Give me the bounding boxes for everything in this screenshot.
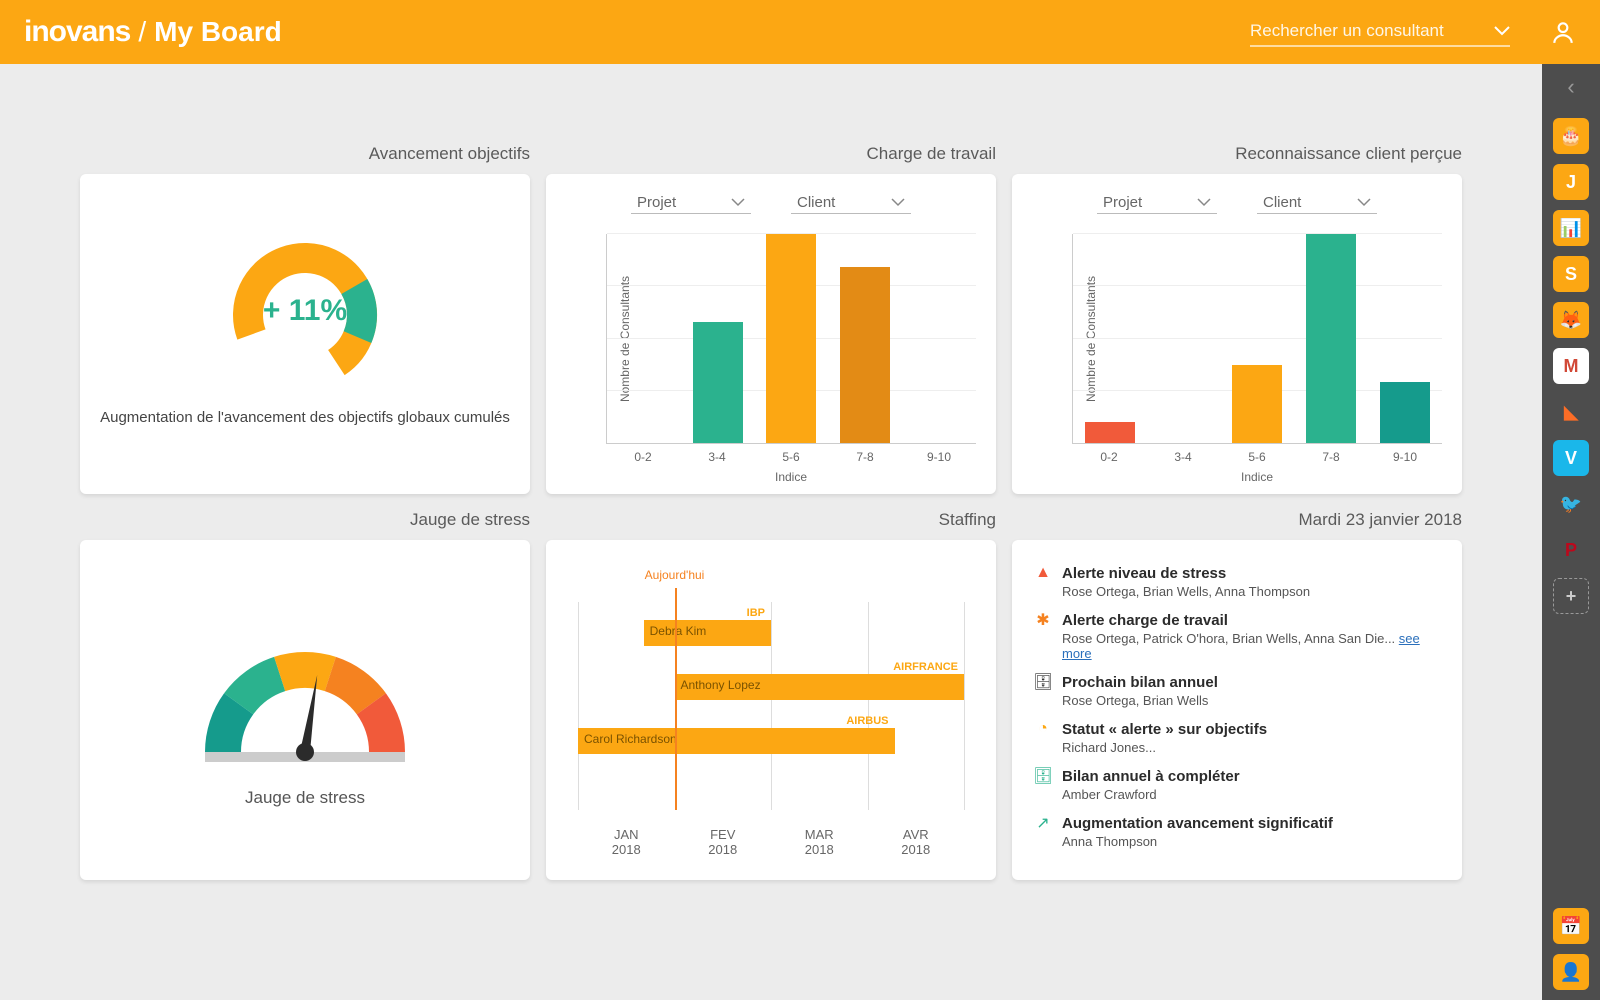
bar-7-8	[840, 267, 890, 443]
alert-4[interactable]: 🗄 Bilan annuel à compléter Amber Crawford	[1034, 767, 1440, 802]
alert-title: Alerte niveau de stress	[1062, 565, 1226, 582]
sidebar-firefox-icon[interactable]: 🦊	[1553, 302, 1589, 338]
sidebar-collapse-icon[interactable]: ‹	[1567, 74, 1574, 100]
alert-0[interactable]: ▲ Alerte niveau de stress Rose Ortega, Bri…	[1034, 564, 1440, 599]
card-today: ▲ Alerte niveau de stress Rose Ortega, Bri…	[1012, 540, 1462, 880]
briefcase-icon: 🗄	[1034, 673, 1052, 691]
see-more-link[interactable]: see more	[1062, 631, 1420, 661]
warning-icon: ▲	[1034, 564, 1052, 582]
sidebar-pinterest-icon[interactable]: P	[1553, 532, 1589, 568]
sidebar-gitlab-icon[interactable]: ◣	[1553, 394, 1589, 430]
recognition-select-client[interactable]: Client	[1257, 192, 1377, 214]
sidebar-chart-icon[interactable]: 📊	[1553, 210, 1589, 246]
logo-brand: inovans	[24, 15, 130, 49]
stress-caption: Jauge de stress	[245, 788, 365, 808]
alert-1[interactable]: ✱ Alerte charge de travail Rose Ortega, Pa…	[1034, 611, 1440, 661]
user-icon[interactable]	[1550, 19, 1576, 45]
card-title-advancement: Avancement objectifs	[80, 144, 530, 164]
alert-detail: Rose Ortega, Patrick O'hora, Brian Wells…	[1062, 631, 1440, 661]
bar-0-2	[1085, 422, 1135, 443]
sidebar-cake-icon[interactable]: 🎂	[1553, 118, 1589, 154]
card-stress: Jauge de stress	[80, 540, 530, 880]
sidebar-vimeo-icon[interactable]: V	[1553, 440, 1589, 476]
staffing-months: JAN2018FEV2018MAR2018AVR2018	[578, 827, 964, 858]
bar-9-10	[1380, 382, 1430, 443]
alert-title: Statut « alerte » sur objectifs	[1062, 721, 1267, 738]
advancement-caption: Augmentation de l'avancement des objecti…	[100, 408, 510, 428]
staff-bar-debra-kim[interactable]: Debra KimIBP	[644, 620, 771, 646]
alert-5[interactable]: ↗ Augmentation avancement significatif Ann…	[1034, 814, 1440, 849]
bar-5-6	[1232, 365, 1282, 443]
header: inovans / My Board Rechercher un consult…	[0, 0, 1600, 64]
alert-detail: Richard Jones...	[1062, 740, 1440, 755]
briefcase-icon: 🗄	[1034, 767, 1052, 785]
burst-icon: ✱	[1034, 611, 1052, 629]
sidebar-calendar-add-icon[interactable]: 📅	[1553, 908, 1589, 944]
card-recognition: Projet Client Nombre de Consultants 0-23…	[1012, 174, 1462, 494]
recognition-xticks: 0-23-45-67-89-10	[1072, 450, 1442, 464]
arrow-icon: ↗	[1034, 814, 1052, 832]
search-placeholder: Rechercher un consultant	[1250, 21, 1444, 41]
workload-bars	[606, 234, 976, 444]
sidebar-add-icon[interactable]: +	[1553, 578, 1589, 614]
card-advancement: + 11% Augmentation de l'avancement des o…	[80, 174, 530, 494]
sidebar: ‹ 🎂 J 📊 S 🦊 M ◣ V 🐦 P + 📅 👤	[1542, 64, 1600, 1000]
sidebar-twitter-icon[interactable]: 🐦	[1553, 486, 1589, 522]
bar-5-6	[766, 234, 816, 443]
search-consultant[interactable]: Rechercher un consultant	[1250, 17, 1510, 47]
alert-detail: Anna Thompson	[1062, 834, 1440, 849]
alert-3[interactable]: ◔ Statut « alerte » sur objectifs Richard …	[1034, 720, 1440, 755]
workload-select-client[interactable]: Client	[791, 192, 911, 214]
alert-title: Bilan annuel à compléter	[1062, 768, 1240, 785]
alert-title: Augmentation avancement significatif	[1062, 815, 1333, 832]
bar-7-8	[1306, 234, 1356, 443]
alert-detail: Amber Crawford	[1062, 787, 1440, 802]
alert-title: Prochain bilan annuel	[1062, 674, 1218, 691]
sidebar-J-icon[interactable]: J	[1553, 164, 1589, 200]
alert-detail: Rose Ortega, Brian Wells	[1062, 693, 1440, 708]
staffing-today-label: Aujourd'hui	[645, 568, 705, 582]
staff-bar-anthony-lopez[interactable]: Anthony LopezAIRFRANCE	[675, 674, 965, 700]
card-title-recognition: Reconnaissance client perçue	[1012, 144, 1462, 164]
chevron-down-icon	[1494, 26, 1510, 36]
card-workload: Projet Client Nombre de Consultants 0-23…	[546, 174, 996, 494]
card-title-staffing: Staffing	[546, 510, 996, 530]
donut-icon: ◔	[1034, 720, 1052, 738]
sidebar-user-add-icon[interactable]: 👤	[1553, 954, 1589, 990]
bar-3-4	[693, 322, 743, 443]
card-title-stress: Jauge de stress	[80, 510, 530, 530]
advancement-value: + 11%	[263, 294, 347, 328]
card-staffing: Debra KimIBP Anthony LopezAIRFRANCE Carol …	[546, 540, 996, 880]
alert-detail: Rose Ortega, Brian Wells, Anna Thompson	[1062, 584, 1440, 599]
workload-select-projet[interactable]: Projet	[631, 192, 751, 214]
alert-title: Alerte charge de travail	[1062, 612, 1228, 629]
card-title-today: Mardi 23 janvier 2018	[1012, 510, 1462, 530]
staffing-tracks: Debra KimIBP Anthony LopezAIRFRANCE Carol …	[578, 602, 964, 810]
alert-2[interactable]: 🗄 Prochain bilan annuel Rose Ortega, Brian…	[1034, 673, 1440, 708]
staff-bar-carol-richardson[interactable]: Carol RichardsonAIRBUS	[578, 728, 895, 754]
sidebar-gmail-icon[interactable]: M	[1553, 348, 1589, 384]
card-title-workload: Charge de travail	[546, 144, 996, 164]
logo-slash: /	[138, 16, 146, 48]
stress-gauge	[185, 612, 425, 772]
workload-xlabel: Indice	[606, 470, 976, 484]
recognition-select-projet[interactable]: Projet	[1097, 192, 1217, 214]
sidebar-S-icon[interactable]: S	[1553, 256, 1589, 292]
logo-page: My Board	[154, 16, 282, 48]
recognition-xlabel: Indice	[1072, 470, 1442, 484]
recognition-bars	[1072, 234, 1442, 444]
workload-xticks: 0-23-45-67-89-10	[606, 450, 976, 464]
